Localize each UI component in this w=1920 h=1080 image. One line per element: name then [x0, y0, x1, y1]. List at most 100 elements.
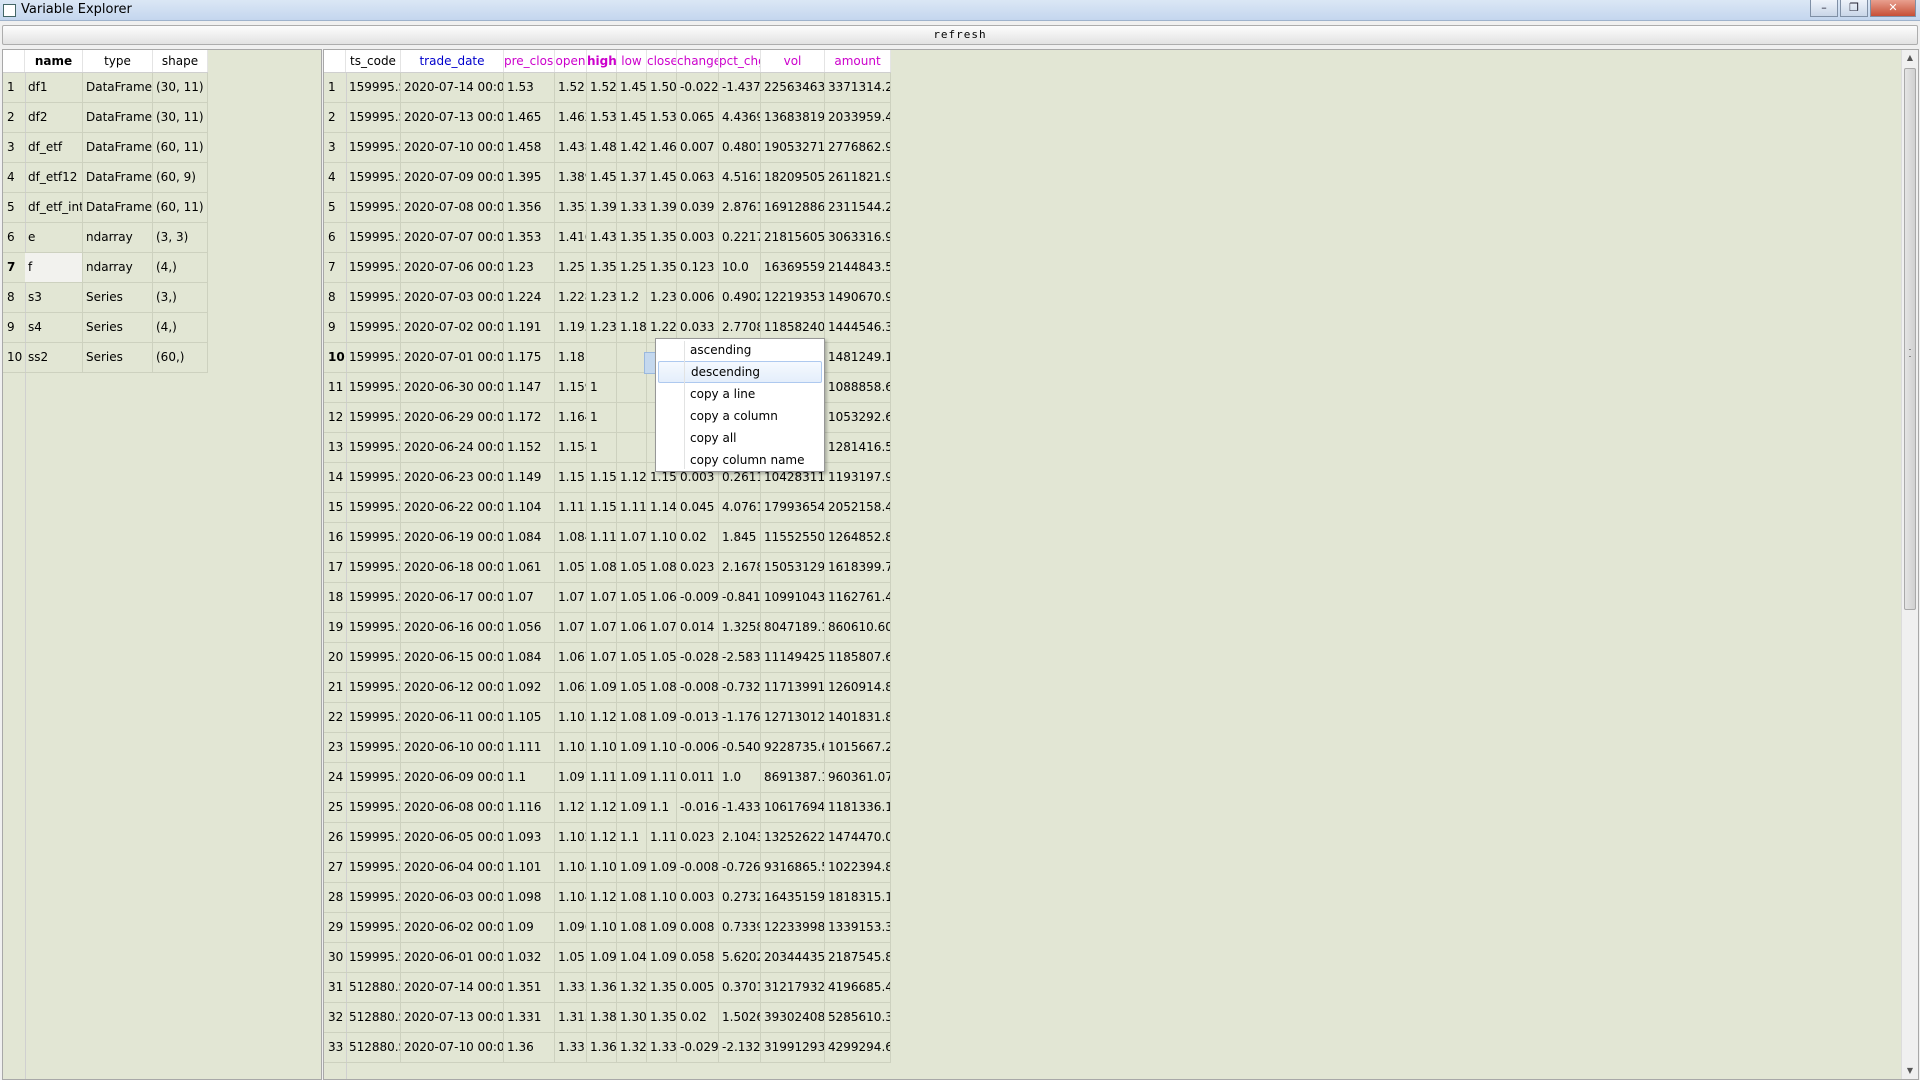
table-cell[interactable]: 2311544.256: [825, 193, 891, 223]
table-cell[interactable]: 1.368: [587, 973, 617, 1003]
table-cell[interactable]: 1.084: [647, 673, 677, 703]
table-cell[interactable]: 2020-06-23 00:00:00: [401, 463, 504, 493]
table-row[interactable]: 32512880.SH2020-07-13 00:00:001.3311.315…: [324, 1003, 891, 1033]
table-cell[interactable]: -0.016: [677, 793, 719, 823]
table-cell[interactable]: 1.152: [504, 433, 555, 463]
table-cell[interactable]: -0.022: [677, 73, 719, 103]
table-cell[interactable]: 1: [587, 373, 617, 403]
table-cell[interactable]: 1.05: [555, 943, 587, 973]
table-cell[interactable]: 1.351: [647, 1003, 677, 1033]
table-cell[interactable]: 17993654.6: [761, 493, 825, 523]
variable-cell[interactable]: ndarray: [83, 223, 153, 253]
table-cell[interactable]: 1.105: [555, 703, 587, 733]
table-row[interactable]: 4159995.SZ2020-07-09 00:00:001.3951.3891…: [324, 163, 891, 193]
table-cell[interactable]: 0.003: [677, 883, 719, 913]
table-cell[interactable]: 2020-06-17 00:00:00: [401, 583, 504, 613]
variable-cell[interactable]: (3, 3): [153, 223, 208, 253]
column-header-trade-date[interactable]: trade_date: [401, 50, 504, 72]
table-cell[interactable]: 159995.SZ: [346, 343, 401, 373]
column-header-vol[interactable]: vol: [761, 50, 825, 72]
table-cell[interactable]: 159995.SZ: [346, 763, 401, 793]
table-cell[interactable]: [587, 343, 617, 373]
table-cell[interactable]: 1.073: [587, 583, 617, 613]
table-cell[interactable]: 1.084: [647, 553, 677, 583]
table-cell[interactable]: 1.087: [587, 553, 617, 583]
column-header-name[interactable]: name: [25, 50, 83, 72]
table-cell[interactable]: 1490670.993: [825, 283, 891, 313]
table-cell[interactable]: 1.071: [555, 583, 587, 613]
table-cell[interactable]: 1.234: [587, 313, 617, 343]
table-cell[interactable]: 1.235: [587, 283, 617, 313]
table-row[interactable]: 6159995.SZ2020-07-07 00:00:001.3531.4161…: [324, 223, 891, 253]
table-cell[interactable]: 1.375: [617, 163, 647, 193]
table-cell[interactable]: 1.331: [504, 1003, 555, 1033]
table-cell[interactable]: 1.465: [647, 133, 677, 163]
table-cell[interactable]: 159995.SZ: [346, 223, 401, 253]
table-cell[interactable]: 1.116: [647, 823, 677, 853]
table-cell[interactable]: 1.102: [555, 823, 587, 853]
variable-cell[interactable]: df_etf12: [25, 163, 83, 193]
table-cell[interactable]: 0.065: [677, 103, 719, 133]
table-cell[interactable]: 1.322: [617, 973, 647, 1003]
variable-cell[interactable]: DataFrame: [83, 163, 153, 193]
table-cell[interactable]: 1162761.453: [825, 583, 891, 613]
table-cell[interactable]: -1.1765: [719, 703, 761, 733]
table-cell[interactable]: 10991043.77: [761, 583, 825, 613]
table-row[interactable]: 22159995.SZ2020-06-11 00:00:001.1051.105…: [324, 703, 891, 733]
table-cell[interactable]: 9316865.5: [761, 853, 825, 883]
table-cell[interactable]: 1.128: [617, 463, 647, 493]
table-cell[interactable]: -1.4337: [719, 793, 761, 823]
table-cell[interactable]: 1.389: [555, 163, 587, 193]
table-cell[interactable]: 1.15: [555, 463, 587, 493]
table-cell[interactable]: -1.4379: [719, 73, 761, 103]
minimize-icon[interactable]: –: [1810, 0, 1838, 17]
table-cell[interactable]: 1185807.61: [825, 643, 891, 673]
table-cell[interactable]: 860610.603: [825, 613, 891, 643]
table-cell[interactable]: 159995.SZ: [346, 853, 401, 883]
table-cell[interactable]: 1.322: [617, 1033, 647, 1063]
table-cell[interactable]: 2020-06-24 00:00:00: [401, 433, 504, 463]
table-cell[interactable]: 1.1: [647, 793, 677, 823]
table-cell[interactable]: 4.0761: [719, 493, 761, 523]
table-cell[interactable]: 1.098: [647, 913, 677, 943]
table-cell[interactable]: 2020-07-08 00:00:00: [401, 193, 504, 223]
table-cell[interactable]: -0.006: [677, 733, 719, 763]
table-cell[interactable]: 1.429: [617, 133, 647, 163]
table-cell[interactable]: 1.123: [587, 703, 617, 733]
table-cell[interactable]: 1.127: [555, 793, 587, 823]
table-cell[interactable]: 1.395: [647, 193, 677, 223]
table-cell[interactable]: 1264852.819: [825, 523, 891, 553]
table-cell[interactable]: 1.101: [647, 883, 677, 913]
table-row[interactable]: 7159995.SZ2020-07-06 00:00:001.231.2511.…: [324, 253, 891, 283]
menu-item-copy-line[interactable]: copy a line: [658, 383, 822, 405]
table-cell[interactable]: 2052158.459: [825, 493, 891, 523]
table-cell[interactable]: 1.53: [647, 103, 677, 133]
table-row[interactable]: 30159995.SZ2020-06-01 00:00:001.0321.051…: [324, 943, 891, 973]
menu-item-descending[interactable]: descending: [658, 361, 822, 383]
table-row[interactable]: 16159995.SZ2020-06-19 00:00:001.0841.084…: [324, 523, 891, 553]
variable-row[interactable]: 2 df2 DataFrame (30, 11): [3, 103, 208, 133]
table-cell[interactable]: 2020-07-02 00:00:00: [401, 313, 504, 343]
table-cell[interactable]: 12219353.15: [761, 283, 825, 313]
table-cell[interactable]: 1.092: [617, 733, 647, 763]
variable-cell[interactable]: Series: [83, 343, 153, 373]
table-cell[interactable]: 1.104: [555, 853, 587, 883]
table-cell[interactable]: 159995.SZ: [346, 493, 401, 523]
table-cell[interactable]: 2020-07-14 00:00:00: [401, 73, 504, 103]
table-cell[interactable]: 2020-06-15 00:00:00: [401, 643, 504, 673]
table-cell[interactable]: -0.008: [677, 673, 719, 703]
table-cell[interactable]: 5285610.302: [825, 1003, 891, 1033]
table-cell[interactable]: 159995.SZ: [346, 943, 401, 973]
table-cell[interactable]: 1.104: [504, 493, 555, 523]
column-header-change[interactable]: change: [677, 50, 719, 72]
table-cell[interactable]: 1088858.697: [825, 373, 891, 403]
table-cell[interactable]: 0.003: [677, 223, 719, 253]
menu-item-copy-column-name[interactable]: copy column name: [658, 449, 822, 471]
table-cell[interactable]: 1260914.882: [825, 673, 891, 703]
table-cell[interactable]: 4196685.492: [825, 973, 891, 1003]
variable-cell[interactable]: (60, 11): [153, 193, 208, 223]
table-cell[interactable]: 1.195: [555, 313, 587, 343]
table-cell[interactable]: 39302408.96: [761, 1003, 825, 1033]
table-cell[interactable]: 159995.SZ: [346, 703, 401, 733]
table-cell[interactable]: 1.1: [504, 763, 555, 793]
